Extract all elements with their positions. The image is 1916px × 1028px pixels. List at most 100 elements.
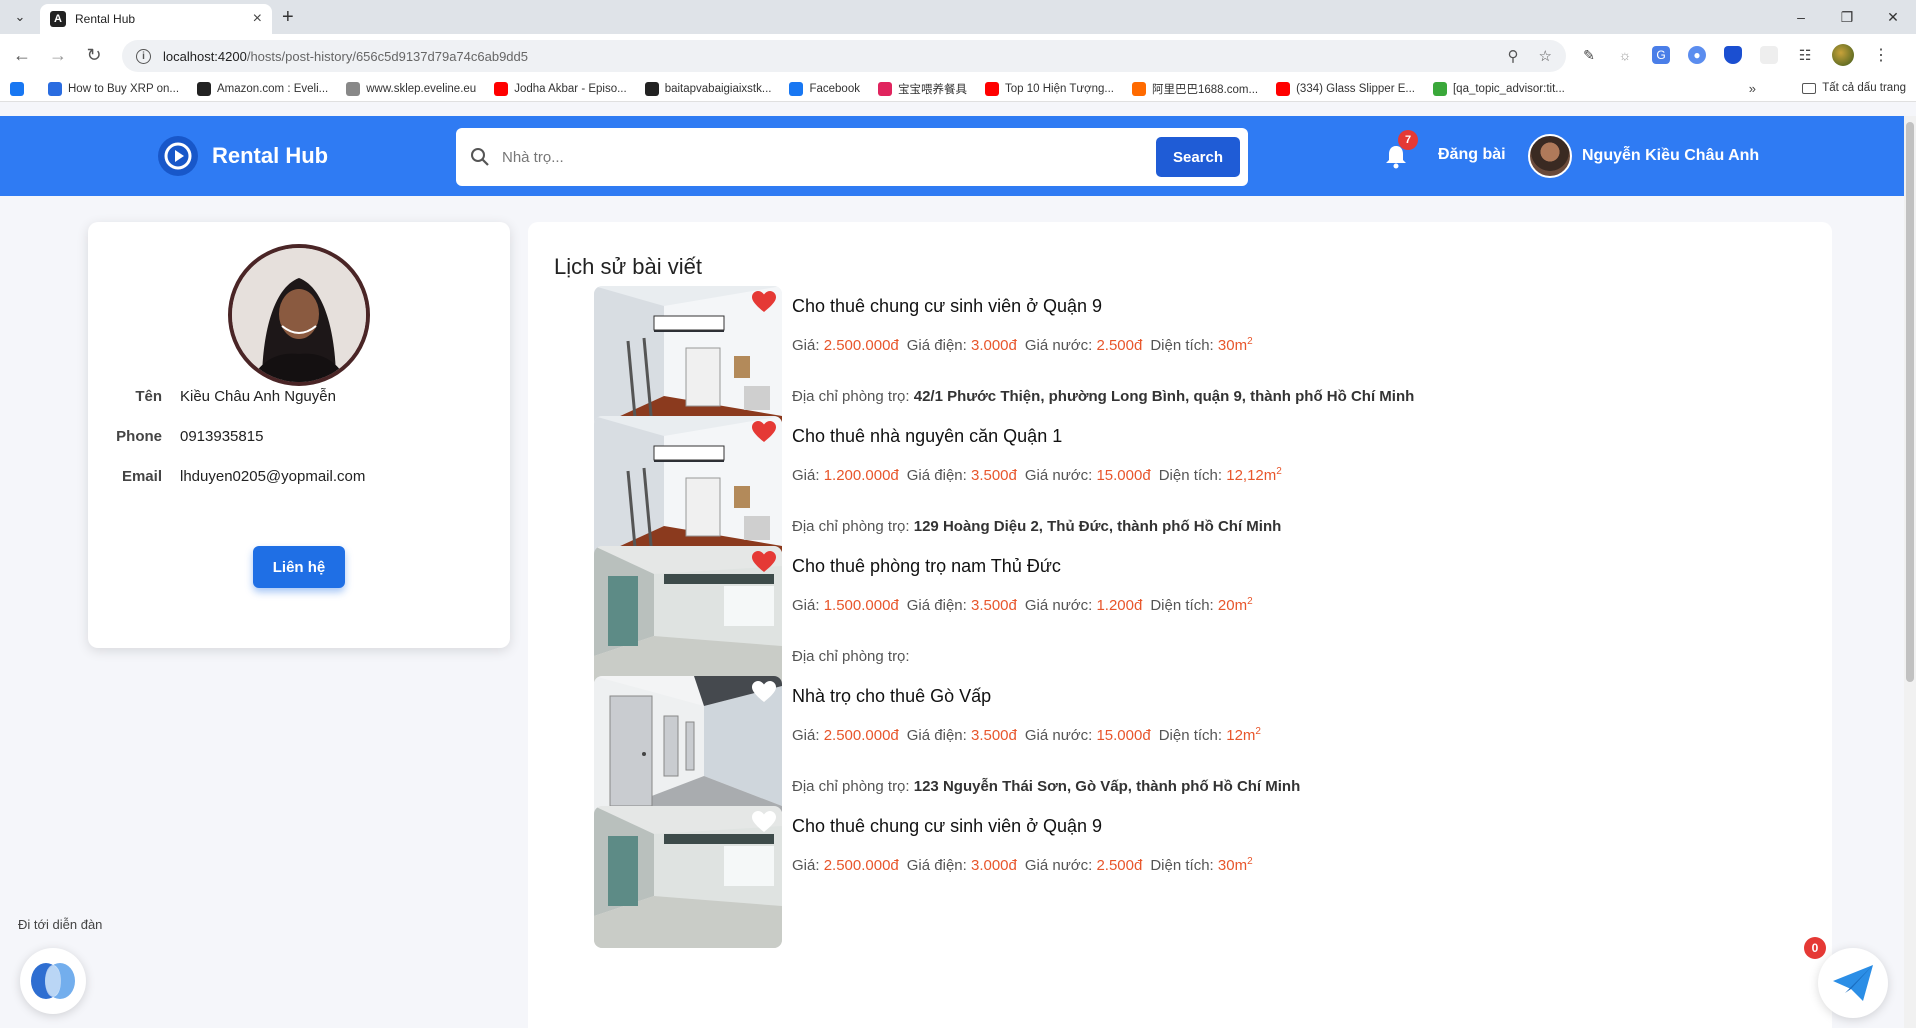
post-title[interactable]: Cho thuê phòng trọ nam Thủ Đức bbox=[792, 556, 1061, 577]
page-icon bbox=[346, 81, 361, 96]
post-thumbnail[interactable] bbox=[594, 416, 782, 558]
post-thumbnail[interactable] bbox=[594, 286, 782, 428]
post-price-info: Giá: 1.500.000đ Giá điện: 3.500đ Giá nước:… bbox=[792, 596, 1253, 614]
compass-extension-icon[interactable]: ☼ bbox=[1616, 46, 1634, 64]
all-bookmarks[interactable]: Tất cả dấu trang bbox=[1802, 82, 1906, 94]
post-link[interactable]: Đăng bài bbox=[1438, 146, 1506, 164]
search-button[interactable]: Search bbox=[1156, 137, 1240, 177]
pen-extension-icon[interactable]: ✎ bbox=[1580, 46, 1598, 64]
extensions-puzzle-icon[interactable]: ☷ bbox=[1796, 46, 1814, 64]
area-label: Diện tích: bbox=[1150, 597, 1214, 614]
contact-button[interactable]: Liên hệ bbox=[253, 546, 345, 588]
bookmark-item[interactable]: Jodha Akbar - Episo... bbox=[494, 81, 627, 96]
address-value: 42/1 Phước Thiện, phường Long Bình, quận… bbox=[913, 388, 1415, 405]
reload-icon[interactable]: ↻ bbox=[80, 45, 108, 66]
address-label: Địa chỉ phòng trọ: bbox=[792, 778, 910, 795]
electric-label: Giá điện: bbox=[906, 337, 967, 354]
area-number: 20m bbox=[1217, 597, 1248, 614]
profile-name-row: Tên Kiều Châu Anh Nguyễn bbox=[88, 388, 510, 405]
area-value: 30m2 bbox=[1217, 336, 1253, 354]
post-title[interactable]: Nhà trọ cho thuê Gò Vấp bbox=[792, 686, 991, 707]
post-item[interactable]: Cho thuê phòng trọ nam Thủ Đức Giá: 1.500… bbox=[594, 546, 1794, 688]
page-scrollbar[interactable] bbox=[1904, 116, 1916, 1028]
tab-search-chevron-icon[interactable]: ⌄ bbox=[8, 5, 32, 29]
electric-label: Giá điện: bbox=[906, 857, 967, 874]
chat-badge: 0 bbox=[1804, 937, 1826, 959]
chat-button[interactable] bbox=[1818, 948, 1888, 1018]
area-label: Diện tích: bbox=[1150, 857, 1214, 874]
electric-value: 3.500đ bbox=[970, 597, 1017, 614]
browser-menu-icon[interactable]: ⋮ bbox=[1872, 46, 1890, 64]
favorite-heart-icon[interactable] bbox=[751, 810, 777, 834]
user-name: Nguyễn Kiều Châu Anh bbox=[1582, 147, 1760, 164]
favorite-heart-icon[interactable] bbox=[751, 680, 777, 704]
search-input[interactable] bbox=[502, 148, 1156, 166]
site-info-icon[interactable]: i bbox=[136, 48, 151, 64]
area-label: Diện tích: bbox=[1158, 727, 1223, 744]
user-menu[interactable]: Nguyễn Kiều Châu Anh bbox=[1528, 134, 1759, 178]
app-header: Rental Hub Search 7 Đăng bài Nguyễn Kiều… bbox=[0, 116, 1904, 196]
zoom-icon[interactable]: ⚲ bbox=[1508, 47, 1519, 65]
bookmark-item[interactable]: baitapvabaigiaixstk... bbox=[644, 81, 772, 96]
browser-profile-avatar[interactable] bbox=[1832, 44, 1854, 66]
avatar bbox=[1528, 134, 1572, 178]
water-value: 1.200đ bbox=[1096, 597, 1143, 614]
bookmark-item[interactable]: Amazon.com : Eveli... bbox=[197, 81, 328, 96]
favorite-heart-icon[interactable] bbox=[751, 550, 777, 574]
area-value: 12m2 bbox=[1226, 726, 1261, 744]
bookmark-item[interactable]: How to Buy XRP on... bbox=[48, 81, 180, 96]
post-item[interactable]: Cho thuê nhà nguyên căn Quận 1 Giá: 1.200… bbox=[594, 416, 1794, 558]
restore-icon[interactable]: ❐ bbox=[1824, 0, 1870, 34]
bookmark-star-icon[interactable]: ☆ bbox=[1539, 47, 1552, 65]
post-history-panel: Lịch sử bài viết Cho thuê chung cư sinh … bbox=[528, 222, 1832, 1028]
favorite-heart-icon[interactable] bbox=[751, 420, 777, 444]
post-title[interactable]: Cho thuê chung cư sinh viên ở Quận 9 bbox=[792, 816, 1102, 837]
lens-extension-icon[interactable]: ● bbox=[1688, 46, 1706, 64]
forum-button[interactable] bbox=[20, 948, 86, 1014]
name-label: Tên bbox=[135, 388, 162, 405]
shield-extension-icon[interactable] bbox=[1724, 46, 1742, 64]
post-title[interactable]: Cho thuê nhà nguyên căn Quận 1 bbox=[792, 426, 1062, 447]
window-close-icon[interactable]: ✕ bbox=[1870, 0, 1916, 34]
post-thumbnail[interactable] bbox=[594, 676, 782, 818]
post-thumbnail[interactable] bbox=[594, 806, 782, 948]
extension-icons: ✎ ☼ G ● ☷ ⋮ bbox=[1580, 34, 1890, 76]
window-controls: – ❐ ✕ bbox=[1778, 0, 1916, 34]
bookmark-item[interactable]: (334) Glass Slipper E... bbox=[1276, 81, 1415, 96]
bookmark-label: (334) Glass Slipper E... bbox=[1296, 82, 1415, 95]
forward-icon[interactable]: → bbox=[44, 45, 72, 66]
bookmarks-overflow-icon[interactable]: » bbox=[1749, 81, 1756, 96]
cx-icon bbox=[1432, 81, 1447, 96]
bookmark-label: Jodha Akbar - Episo... bbox=[514, 82, 627, 95]
back-icon[interactable]: ← bbox=[8, 45, 36, 66]
bookmark-item[interactable]: [qa_topic_advisor:tit... bbox=[1432, 81, 1565, 96]
minimize-icon[interactable]: – bbox=[1778, 0, 1824, 34]
post-thumbnail[interactable] bbox=[594, 546, 782, 688]
post-item[interactable]: Nhà trọ cho thuê Gò Vấp Giá: 2.500.000đ Gi… bbox=[594, 676, 1794, 818]
brand-logo[interactable]: Rental Hub bbox=[158, 136, 328, 176]
new-tab-icon[interactable]: + bbox=[282, 6, 294, 29]
scrollbar-thumb[interactable] bbox=[1906, 122, 1914, 682]
electric-label: Giá điện: bbox=[906, 467, 967, 484]
bookmark-item[interactable]: Facebook bbox=[789, 81, 860, 96]
browser-tab[interactable]: A Rental Hub × bbox=[40, 4, 272, 34]
post-title[interactable]: Cho thuê chung cư sinh viên ở Quận 9 bbox=[792, 296, 1102, 317]
bookmark-item[interactable]: Top 10 Hiện Tượng... bbox=[984, 81, 1114, 96]
bookmark-label: baitapvabaigiaixstk... bbox=[664, 82, 772, 95]
favorite-heart-icon[interactable] bbox=[751, 290, 777, 314]
bookmark-label: 阿里巴巴1688.com... bbox=[1152, 83, 1259, 96]
post-item[interactable]: Cho thuê chung cư sinh viên ở Quận 9 Giá:… bbox=[594, 806, 1794, 948]
bookmark-label: How to Buy XRP on... bbox=[68, 82, 180, 95]
post-item[interactable]: Cho thuê chung cư sinh viên ở Quận 9 Giá:… bbox=[594, 286, 1794, 428]
translate-extension-icon[interactable]: G bbox=[1652, 46, 1670, 64]
bookmark-item[interactable]: www.sklep.eveline.eu bbox=[346, 81, 476, 96]
tab-close-icon[interactable]: × bbox=[253, 10, 262, 28]
bookmark-item[interactable] bbox=[10, 81, 30, 96]
address-bar[interactable]: i localhost:4200/hosts/post-history/656c… bbox=[122, 40, 1566, 72]
post-address: Địa chỉ phòng trọ: 123 Nguyễn Thái Sơn, … bbox=[792, 778, 1300, 795]
bookmark-item[interactable]: 阿里巴巴1688.com... bbox=[1132, 81, 1258, 97]
bookmark-item[interactable]: 宝宝喂养餐具 bbox=[877, 81, 967, 97]
area-number: 12m bbox=[1226, 727, 1256, 744]
blank-extension-icon[interactable] bbox=[1760, 46, 1778, 64]
price-value: 2.500.000đ bbox=[823, 857, 899, 874]
